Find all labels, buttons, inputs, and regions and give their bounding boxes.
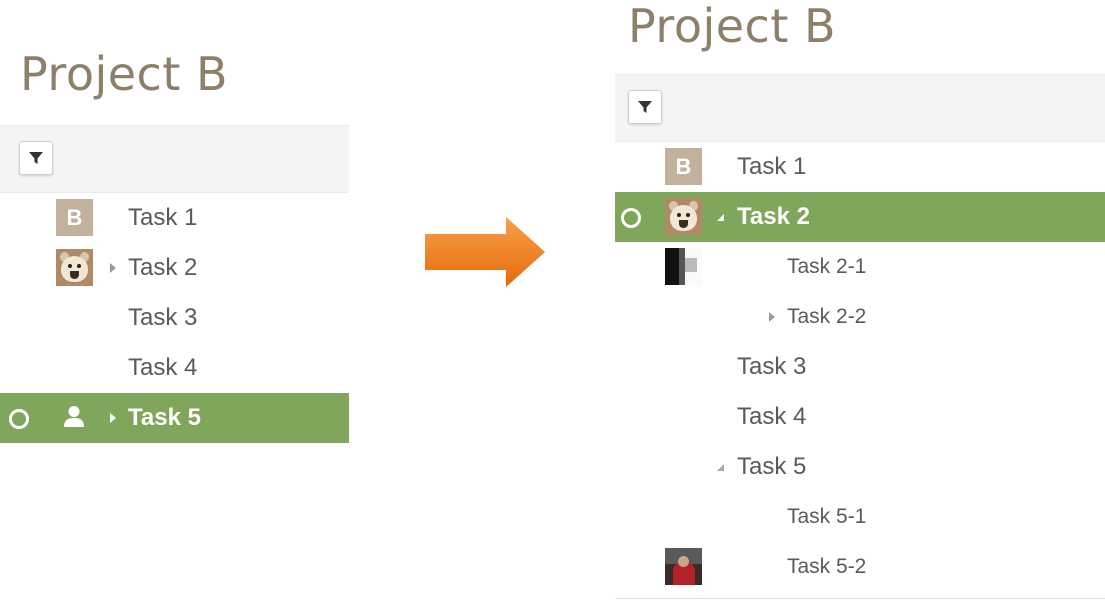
task-label[interactable]: Task 2: [737, 192, 810, 242]
task-row[interactable]: Task 5: [615, 442, 1105, 492]
user-icon: [64, 406, 84, 427]
task-label[interactable]: Task 5-1: [787, 492, 866, 542]
task-row[interactable]: Task 3: [615, 342, 1105, 392]
filter-button[interactable]: [628, 90, 662, 124]
task-row[interactable]: Task 2: [0, 243, 349, 293]
task-label[interactable]: Task 1: [128, 193, 197, 243]
task-panel-after: Project B B Task 1 Task 2 Task 2-1 Task …: [615, 0, 1105, 604]
task-row[interactable]: Task 4: [615, 392, 1105, 442]
task-label[interactable]: Task 2-1: [787, 242, 866, 292]
task-label[interactable]: Task 2-2: [787, 292, 866, 342]
avatar-letter: B: [675, 154, 692, 179]
task-row[interactable]: Task 5-2: [615, 542, 1105, 592]
task-row[interactable]: Task 3: [0, 293, 349, 343]
task-label[interactable]: Task 3: [128, 293, 197, 343]
task-row-selected[interactable]: Task 5: [0, 393, 349, 443]
avatar-letter: B: [66, 205, 83, 230]
task-row[interactable]: B Task 1: [615, 142, 1105, 192]
expand-toggle-icon[interactable]: [110, 263, 116, 273]
task-label[interactable]: Task 4: [128, 343, 197, 393]
task-row[interactable]: Task 5-1: [615, 492, 1105, 542]
filter-icon: [638, 101, 652, 113]
task-label[interactable]: Task 1: [737, 142, 806, 192]
list-divider: [615, 598, 1105, 599]
project-title: Project B: [20, 47, 229, 101]
expand-toggle-icon[interactable]: [110, 413, 116, 423]
dog-photo-avatar: [665, 198, 702, 235]
task-label[interactable]: Task 4: [737, 392, 806, 442]
filter-button[interactable]: [19, 141, 53, 175]
filter-icon: [29, 152, 43, 164]
task-row[interactable]: B Task 1: [0, 193, 349, 243]
toolbar: [615, 74, 1105, 142]
task-label[interactable]: Task 3: [737, 342, 806, 392]
radio-circle-icon[interactable]: [621, 208, 641, 228]
task-label[interactable]: Task 5-2: [787, 542, 866, 592]
radio-circle-icon[interactable]: [9, 409, 29, 429]
task-panel-before: Project B B Task 1 Task 2 Task 3 Task 4 …: [0, 0, 349, 604]
task-label[interactable]: Task 5: [128, 393, 201, 443]
expand-toggle-icon[interactable]: [769, 312, 775, 322]
task-label[interactable]: Task 5: [737, 442, 806, 492]
collapse-toggle-icon[interactable]: [717, 214, 724, 221]
project-title: Project B: [628, 0, 837, 53]
task-row[interactable]: Task 2-2: [615, 292, 1105, 342]
task-row[interactable]: Task 2-1: [615, 242, 1105, 292]
letter-b-avatar: B: [56, 199, 93, 236]
red-photo-avatar: [665, 548, 702, 585]
task-list: B Task 1 Task 2 Task 3 Task 4 Task 5: [0, 193, 349, 443]
dog-photo-avatar: [56, 249, 93, 286]
task-row[interactable]: Task 4: [0, 343, 349, 393]
toolbar: [0, 125, 349, 193]
arrow-right-icon: [425, 217, 545, 287]
task-row-selected[interactable]: Task 2: [615, 192, 1105, 242]
bw-photo-avatar: [665, 248, 702, 285]
task-label[interactable]: Task 2: [128, 243, 197, 293]
letter-b-avatar: B: [665, 148, 702, 185]
task-list: B Task 1 Task 2 Task 2-1 Task 2-2 Task 3: [615, 142, 1105, 599]
collapse-toggle-icon[interactable]: [717, 464, 724, 471]
